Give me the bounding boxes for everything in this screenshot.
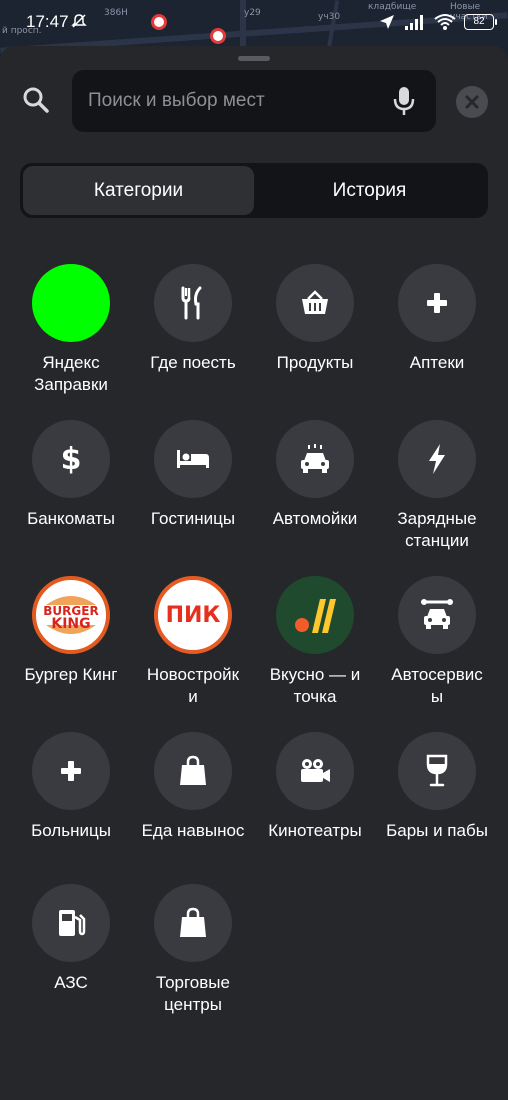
category-label: Банкоматы [27, 509, 115, 528]
lightning-icon [398, 420, 476, 498]
plus-icon [398, 264, 476, 342]
signal-icon [405, 15, 423, 30]
tab-categories[interactable]: Категории [23, 166, 254, 215]
category-label: Яндекс Заправки [34, 353, 108, 394]
category-vkusno[interactable]: Вкусно — и точка [254, 576, 376, 708]
bag-icon [154, 732, 232, 810]
sheet-grabber[interactable] [238, 56, 270, 61]
close-icon[interactable] [456, 86, 488, 118]
category-charging[interactable]: Зарядные станции [376, 420, 498, 552]
bag-icon [154, 884, 232, 962]
category-hotels[interactable]: Гостиницы [132, 420, 254, 530]
tab-history[interactable]: История [254, 166, 485, 215]
category-label: Бары и пабы [386, 821, 488, 840]
vkusno-logo [276, 576, 354, 654]
category-label: Кинотеатры [268, 821, 362, 840]
mute-icon [71, 14, 87, 28]
burger-king-logo-text: KING [51, 616, 90, 632]
category-food[interactable]: Где поесть [132, 264, 254, 374]
category-new-buildings[interactable]: ПИК Новостройк и [132, 576, 254, 708]
category-gas-stations[interactable]: АЗС [10, 884, 132, 994]
category-bars[interactable]: Бары и пабы [376, 732, 498, 842]
battery-indicator: 82 [464, 14, 497, 30]
basket-icon [276, 264, 354, 342]
search-placeholder: Поиск и выбор мест [88, 90, 265, 111]
category-label: Аптеки [409, 353, 465, 372]
category-car-service[interactable]: Автосервис ы [376, 576, 498, 708]
category-label: АЗС [54, 973, 88, 992]
category-label: Продукты [276, 353, 354, 372]
burger-king-logo: BURGER KING [32, 576, 110, 654]
fork-knife-icon [154, 264, 232, 342]
category-cinemas[interactable]: Кинотеатры [254, 732, 376, 842]
category-label: Новостройк и [146, 665, 240, 706]
plus-icon [32, 732, 110, 810]
status-icons: 82 [378, 12, 497, 32]
category-label: Автомойки [272, 509, 358, 528]
category-label: Больницы [31, 821, 111, 840]
car-wash-icon [276, 420, 354, 498]
category-malls[interactable]: Торговые центры [132, 884, 254, 1016]
category-takeaway[interactable]: Еда навынос [132, 732, 254, 842]
wifi-icon [434, 14, 456, 30]
category-label: Еда навынос [141, 821, 245, 840]
camera-icon [276, 732, 354, 810]
location-arrow-icon [380, 15, 394, 29]
search-input[interactable]: Поиск и выбор мест [72, 70, 436, 132]
pik-logo-text: ПИК [165, 602, 221, 628]
pik-logo: ПИК [154, 576, 232, 654]
car-service-icon [398, 576, 476, 654]
fuel-icon [32, 884, 110, 962]
category-label: Автосервис ы [391, 665, 483, 706]
status-bar: 17:47 82 [0, 0, 508, 44]
search-icon[interactable] [20, 84, 52, 116]
wine-glass-icon [398, 732, 476, 810]
category-label: Бургер Кинг [24, 665, 118, 684]
bed-icon [154, 420, 232, 498]
microphone-icon[interactable] [390, 85, 418, 117]
category-label: Где поесть [150, 353, 236, 372]
category-label: Вкусно — и точка [269, 665, 361, 706]
category-hospitals[interactable]: Больницы [10, 732, 132, 842]
yandex-fuel-logo [32, 264, 110, 342]
category-burger-king[interactable]: BURGER KING Бургер Кинг [10, 576, 132, 686]
category-label: Торговые центры [156, 973, 230, 1014]
category-groceries[interactable]: Продукты [254, 264, 376, 374]
category-yandex-fuel[interactable]: Яндекс Заправки [10, 264, 132, 396]
category-car-wash[interactable]: Автомойки [254, 420, 376, 530]
dollar-icon: $ [32, 420, 110, 498]
category-label: Гостиницы [150, 509, 236, 528]
status-time: 17:47 [26, 12, 69, 31]
category-pharmacy[interactable]: Аптеки [376, 264, 498, 374]
category-atm[interactable]: $ Банкоматы [10, 420, 132, 530]
tabs-segmented-control: Категории История [20, 163, 488, 218]
category-label: Зарядные станции [397, 509, 477, 550]
categories-sheet: Поиск и выбор мест Категории История Янд… [0, 46, 508, 1100]
